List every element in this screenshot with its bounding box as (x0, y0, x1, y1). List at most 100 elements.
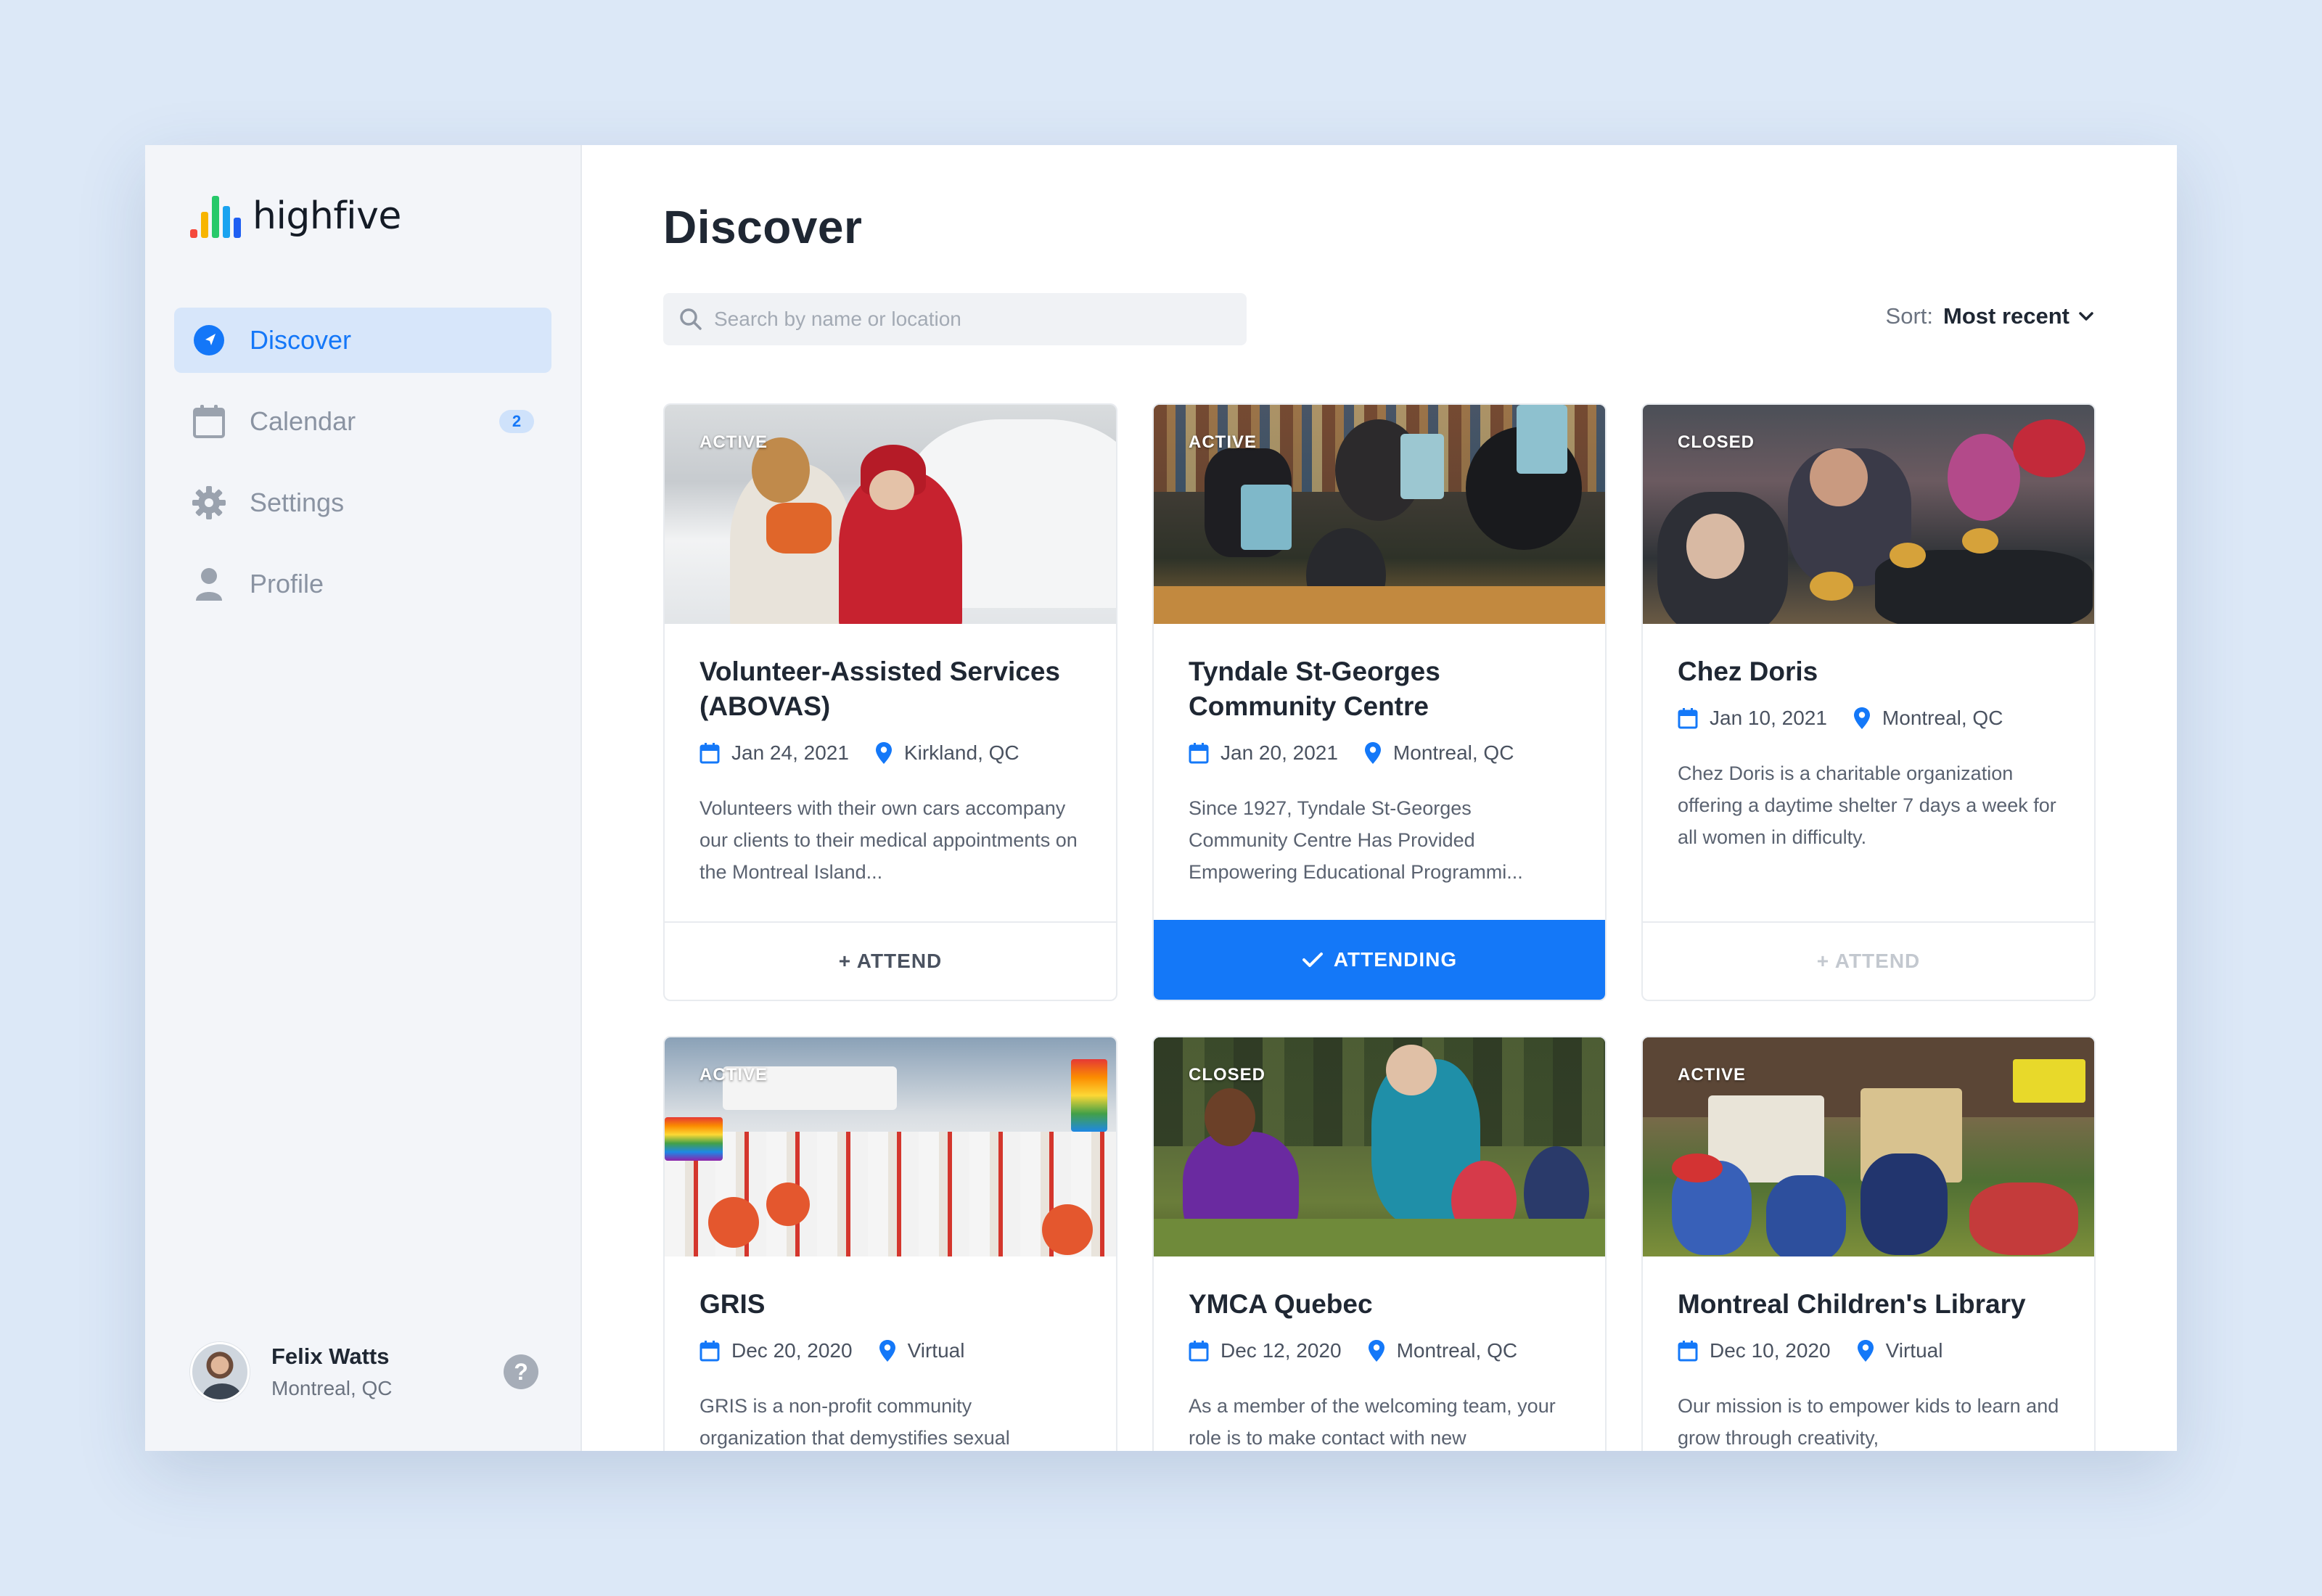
event-date: Dec 20, 2020 (731, 1339, 853, 1362)
card-meta: Dec 20, 2020 Virtual (700, 1339, 1081, 1362)
event-photo: ACTIVE (1643, 1037, 2094, 1256)
app-window: highfive Discover Calendar 2 Settings Pr… (145, 145, 2177, 1451)
event-photo: CLOSED (1154, 1037, 1605, 1256)
card-description: Volunteers with their own cars accompany… (700, 797, 1078, 883)
user-panel: Felix Watts Montreal, QC ? (190, 1342, 538, 1402)
logo-text: highfive (253, 194, 401, 238)
event-photo: ACTIVE (1154, 405, 1605, 624)
event-card[interactable]: ACTIVE Montreal Children's Library Dec 1… (1641, 1036, 2096, 1451)
event-card[interactable]: ACTIVE Tyndale St-Georges Community Cent… (1152, 403, 1607, 1001)
card-body: Volunteer-Assisted Services (ABOVAS) Jan… (665, 624, 1116, 888)
event-date: Jan 24, 2021 (731, 741, 849, 764)
event-location: Montreal, QC (1396, 1339, 1518, 1362)
status-badge: ACTIVE (1678, 1065, 1747, 1085)
card-meta: Dec 12, 2020 Montreal, QC (1189, 1339, 1570, 1362)
event-date: Jan 20, 2021 (1221, 741, 1338, 764)
card-description: As a member of the welcoming team, your … (1189, 1395, 1556, 1449)
calendar-icon (700, 743, 720, 764)
logo[interactable]: highfive (190, 192, 401, 238)
search-input[interactable] (714, 308, 1231, 331)
sidebar-item-discover[interactable]: Discover (174, 308, 551, 373)
card-title: Volunteer-Assisted Services (ABOVAS) (700, 657, 1060, 721)
user-icon (192, 567, 226, 601)
event-photo: CLOSED (1643, 405, 2094, 624)
location-pin-icon (879, 1340, 895, 1362)
status-badge: ACTIVE (700, 1065, 768, 1085)
event-location: Virtual (1885, 1339, 1943, 1362)
sidebar-item-label: Discover (250, 325, 352, 355)
event-card[interactable]: CLOSED Chez Doris Jan 10, 2021 Montreal,… (1641, 403, 2096, 1001)
main-content: Discover Sort: Most recent A (582, 145, 2177, 1451)
sidebar-item-profile[interactable]: Profile (174, 551, 551, 617)
card-title: YMCA Quebec (1189, 1289, 1373, 1319)
location-pin-icon (1368, 1340, 1384, 1362)
compass-icon (192, 323, 226, 358)
status-badge: ACTIVE (1189, 432, 1258, 452)
search-bar (663, 293, 1247, 345)
sidebar-item-label: Calendar (250, 406, 356, 436)
sort-label: Sort: (1885, 303, 1934, 329)
status-badge: CLOSED (1678, 432, 1755, 452)
location-pin-icon (1853, 707, 1870, 729)
card-description: Chez Doris is a charitable organization … (1678, 762, 2056, 848)
card-meta: Jan 24, 2021 Kirkland, QC (700, 741, 1081, 765)
card-meta: Dec 10, 2020 Virtual (1678, 1339, 2059, 1362)
attend-button[interactable]: + ATTEND (1643, 921, 2094, 1000)
sidebar-item-label: Settings (250, 488, 345, 517)
event-card[interactable]: ACTIVE GRIS Dec 20, 2020 Virtual GRIS is… (663, 1036, 1117, 1451)
card-description: GRIS is a non-profit community organizat… (700, 1395, 1010, 1449)
gear-icon (192, 485, 226, 520)
calendar-icon (1189, 743, 1209, 764)
avatar[interactable] (190, 1342, 250, 1402)
sidebar: highfive Discover Calendar 2 Settings Pr… (145, 145, 582, 1451)
user-info: Felix Watts Montreal, QC (271, 1344, 504, 1400)
logo-bars-icon (190, 194, 241, 238)
card-body: Montreal Children's Library Dec 10, 2020… (1643, 1256, 2094, 1451)
card-title: GRIS (700, 1289, 766, 1319)
sidebar-item-settings[interactable]: Settings (174, 470, 551, 535)
location-pin-icon (1364, 742, 1381, 764)
event-photo: ACTIVE (665, 405, 1116, 624)
calendar-icon (192, 404, 226, 439)
card-title: Tyndale St-Georges Community Centre (1189, 657, 1440, 721)
card-body: Chez Doris Jan 10, 2021 Montreal, QC Che… (1643, 624, 2094, 853)
event-card[interactable]: ACTIVE Volunteer-Assisted Services (ABOV… (663, 403, 1117, 1001)
event-location: Montreal, QC (1392, 741, 1514, 764)
checkmark-icon (1302, 953, 1323, 967)
sidebar-item-label: Profile (250, 569, 324, 598)
event-location: Montreal, QC (1882, 707, 2003, 729)
card-title: Montreal Children's Library (1678, 1289, 2026, 1319)
event-photo: ACTIVE (665, 1037, 1116, 1256)
card-title: Chez Doris (1678, 657, 1818, 686)
card-body: Tyndale St-Georges Community Centre Jan … (1154, 624, 1605, 888)
attend-button[interactable]: + ATTEND (665, 921, 1116, 1000)
user-location: Montreal, QC (271, 1377, 393, 1399)
calendar-icon (1189, 1341, 1209, 1362)
question-icon[interactable]: ? (504, 1354, 538, 1389)
card-meta: Jan 10, 2021 Montreal, QC (1678, 707, 2059, 730)
card-meta: Jan 20, 2021 Montreal, QC (1189, 741, 1570, 765)
search-icon (680, 308, 702, 330)
event-location: Virtual (907, 1339, 965, 1362)
sidebar-nav: Discover Calendar 2 Settings Profile (174, 308, 551, 633)
sort-value: Most recent (1943, 303, 2069, 329)
sidebar-item-calendar[interactable]: Calendar 2 (174, 389, 551, 454)
event-date: Dec 12, 2020 (1221, 1339, 1342, 1362)
card-description: Our mission is to empower kids to learn … (1678, 1395, 2059, 1449)
attending-label: ATTENDING (1333, 948, 1458, 971)
page-title: Discover (663, 201, 863, 253)
event-card[interactable]: CLOSED YMCA Quebec Dec 12, 2020 Montreal… (1152, 1036, 1607, 1451)
card-description: Since 1927, Tyndale St-Georges Community… (1189, 797, 1523, 883)
card-body: GRIS Dec 20, 2020 Virtual GRIS is a non-… (665, 1256, 1116, 1451)
user-name: Felix Watts (271, 1344, 390, 1369)
calendar-icon (700, 1341, 720, 1362)
event-date: Dec 10, 2020 (1710, 1339, 1831, 1362)
chevron-down-icon (2079, 312, 2093, 321)
attending-button[interactable]: ATTENDING (1154, 920, 1605, 1000)
calendar-icon (1678, 708, 1698, 729)
calendar-count-badge: 2 (499, 410, 534, 433)
location-pin-icon (875, 742, 892, 764)
status-badge: ACTIVE (700, 432, 768, 452)
sort-dropdown[interactable]: Sort: Most recent (1886, 303, 2094, 329)
status-badge: CLOSED (1189, 1065, 1266, 1085)
